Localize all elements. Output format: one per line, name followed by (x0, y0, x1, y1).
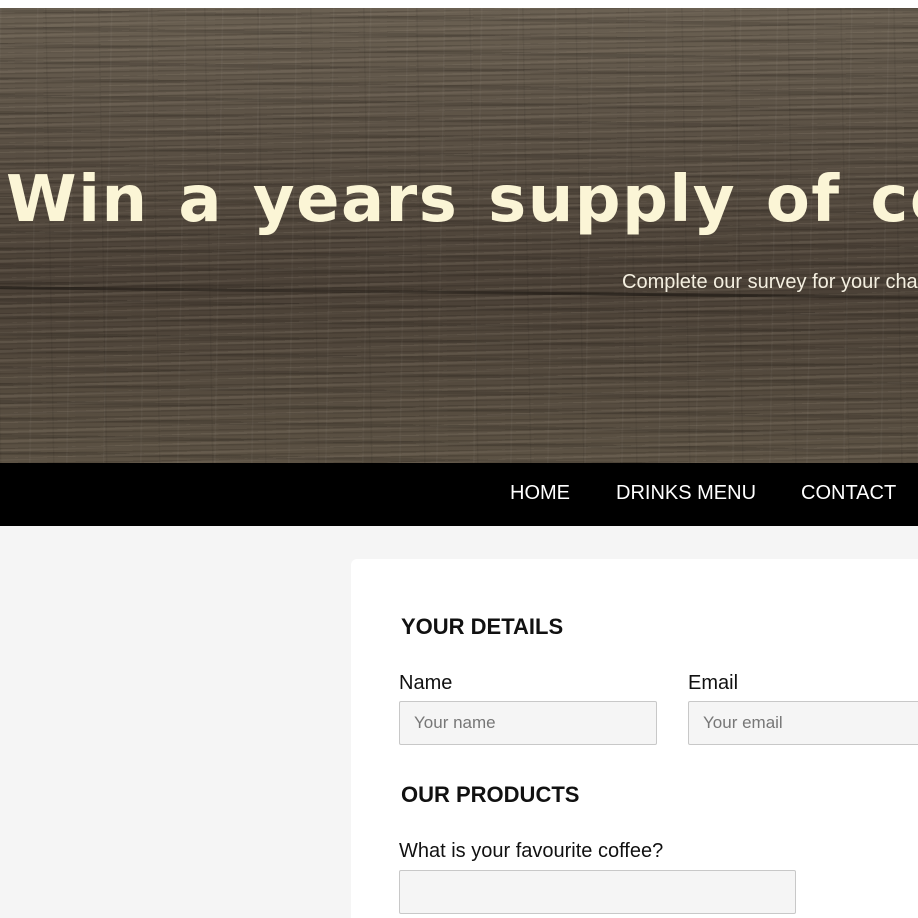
section-title-your-details: YOUR DETAILS (401, 614, 564, 639)
survey-form-card: YOUR DETAILS Name Email OUR PRODUCTS Wha… (351, 559, 918, 918)
hero-title: Win a years supply of coffee f (6, 163, 918, 237)
nav-item-home[interactable]: HOME (510, 483, 570, 503)
nav-item-contact[interactable]: CONTACT (801, 483, 896, 503)
email-input[interactable] (688, 701, 918, 745)
name-input[interactable] (399, 701, 657, 745)
section-title-our-products: OUR PRODUCTS (401, 782, 580, 807)
favourite-coffee-input[interactable] (399, 870, 796, 914)
hero-subtitle: Complete our survey for your cha (622, 271, 918, 293)
email-label: Email (688, 672, 739, 694)
page: Win a years supply of coffee f Complete … (0, 0, 918, 918)
favourite-coffee-label: What is your favourite coffee? (399, 840, 664, 862)
name-label: Name (399, 672, 453, 694)
nav-item-drinks-menu[interactable]: DRINKS MENU (616, 483, 756, 503)
hero-banner: Win a years supply of coffee f Complete … (0, 8, 918, 463)
main-nav: HOME DRINKS MENU CONTACT (0, 463, 918, 526)
top-strip (0, 0, 918, 8)
